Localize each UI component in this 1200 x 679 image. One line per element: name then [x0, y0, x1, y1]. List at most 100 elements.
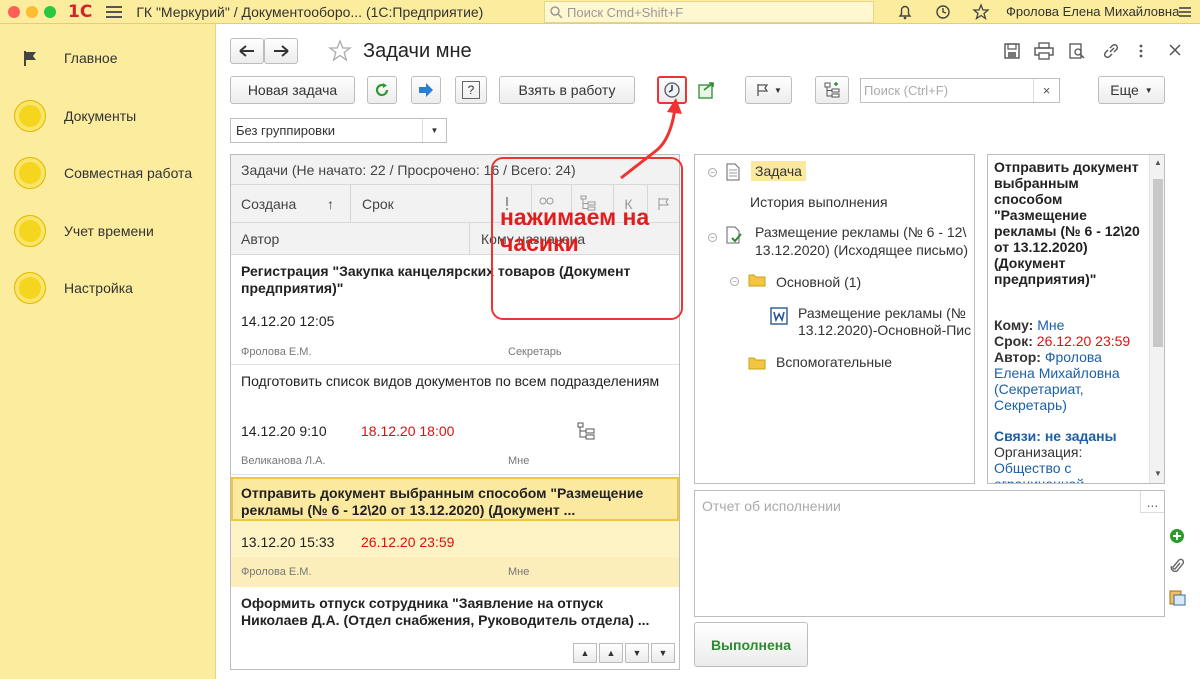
settings-menu-icon[interactable] — [1176, 3, 1194, 21]
details-deadline-label: Срок: — [994, 333, 1033, 349]
circle-icon — [14, 215, 46, 247]
details-to: Кому: Мне — [994, 317, 1144, 333]
new-task-button[interactable]: Новая задача — [230, 76, 355, 104]
details-to-label: Кому: — [994, 317, 1034, 333]
favorite-star-icon[interactable] — [328, 39, 352, 63]
more-vertical-icon[interactable] — [1137, 42, 1145, 60]
column-deadline[interactable]: Срок — [362, 196, 394, 212]
chevron-down-icon[interactable]: ▼ — [422, 119, 446, 142]
chevron-down-icon: ▼ — [1144, 85, 1153, 95]
link-icon[interactable] — [1102, 42, 1120, 60]
add-icon[interactable] — [1169, 528, 1185, 544]
chevron-down-icon: ▼ — [774, 85, 782, 95]
clear-search-button[interactable]: × — [1033, 79, 1059, 102]
column-author[interactable]: Автор — [241, 231, 279, 247]
circle-icon — [14, 100, 46, 132]
arrow-right-icon — [274, 45, 289, 57]
task-title: Оформить отпуск сотрудника "Заявление на… — [241, 595, 650, 628]
user-name[interactable]: Фролова Елена Михайловна — [1006, 4, 1179, 19]
details-scrollbar[interactable]: ▲ ▼ — [1149, 155, 1164, 483]
search-input[interactable]: Поиск (Ctrl+F) × — [860, 78, 1060, 103]
sidebar-item-label: Совместная работа — [64, 165, 193, 181]
details-author-label: Автор: — [994, 349, 1041, 365]
export-button[interactable] — [693, 76, 721, 104]
sidebar-item-label: Учет времени — [64, 223, 154, 239]
bell-icon[interactable] — [896, 3, 914, 21]
sidebar-item-time-tracking[interactable]: Учет времени — [0, 209, 216, 253]
global-search-input[interactable]: Поиск Cmd+Shift+F — [544, 1, 874, 23]
details-author: Автор: Фролова Елена Михайловна (Секрета… — [994, 349, 1144, 413]
tree-item-file[interactable]: Размещение рекламы (№ — [798, 305, 966, 321]
task-assignee: Мне — [508, 566, 530, 578]
details-deadline: Срок: 26.12.20 23:59 — [994, 333, 1144, 349]
history-icon[interactable] — [934, 3, 952, 21]
search-placeholder: Поиск (Ctrl+F) — [864, 83, 949, 98]
details-links[interactable]: Связи: не заданы — [994, 428, 1144, 444]
more-button[interactable]: Еще ▼ — [1098, 76, 1165, 104]
task-title: Отправить документ выбранным способом "Р… — [241, 485, 644, 518]
first-page-button[interactable]: ▲ — [573, 643, 597, 663]
task-row[interactable]: Подготовить список видов документов по в… — [231, 365, 679, 475]
tree-item-history[interactable]: История выполнения — [750, 194, 888, 210]
tree-item-folder-main[interactable]: Основной (1) — [776, 274, 861, 290]
hierarchy-icon — [824, 82, 840, 98]
more-button-label: Еще — [1110, 82, 1139, 98]
circle-icon — [14, 157, 46, 189]
paperclip-icon[interactable] — [1170, 558, 1184, 574]
prev-page-button[interactable]: ▲ — [599, 643, 623, 663]
back-button[interactable] — [230, 38, 264, 64]
zoom-window-icon[interactable] — [44, 5, 56, 18]
report-textarea[interactable]: Отчет об исполнении ... — [694, 490, 1165, 617]
paste-icon[interactable] — [1168, 588, 1186, 606]
print-icon[interactable] — [1034, 42, 1054, 60]
details-deadline-value: 26.12.20 23:59 — [1036, 333, 1131, 349]
menu-icon[interactable] — [106, 3, 123, 21]
circle-icon — [14, 272, 46, 304]
refresh-button[interactable] — [367, 76, 397, 104]
task-document-icon — [726, 163, 740, 181]
sidebar-item-main[interactable]: Главное — [0, 36, 216, 80]
arrow-right-blue-icon — [419, 83, 433, 97]
sidebar-item-settings[interactable]: Настройка — [0, 266, 216, 310]
hierarchy-button[interactable] — [815, 76, 849, 104]
report-more-button[interactable]: ... — [1140, 491, 1164, 513]
1c-logo: 1С — [68, 1, 93, 22]
column-created[interactable]: Создана — [241, 196, 296, 212]
forward-button[interactable] — [264, 38, 298, 64]
task-author: Фролова Е.М. — [241, 346, 312, 358]
details-title: Отправить документ выбранным способом "Р… — [994, 159, 1140, 287]
task-author: Фролова Е.М. — [241, 566, 312, 578]
help-button[interactable]: ? — [455, 76, 487, 104]
complete-task-button[interactable]: Выполнена — [694, 622, 808, 667]
next-page-button[interactable]: ▼ — [625, 643, 649, 663]
tree-item-folder-aux[interactable]: Вспомогательные — [776, 354, 892, 370]
close-window-icon[interactable] — [8, 5, 20, 18]
refresh-icon — [375, 83, 389, 97]
sidebar-item-label: Документы — [64, 108, 137, 124]
save-icon[interactable] — [1003, 42, 1021, 60]
task-created: 14.12.20 12:05 — [241, 313, 335, 329]
tree-item-task[interactable]: Задача — [751, 161, 806, 181]
last-page-button[interactable]: ▼ — [651, 643, 675, 663]
sort-asc-icon[interactable]: ↑ — [327, 196, 334, 212]
task-row-selected[interactable]: Отправить документ выбранным способом "Р… — [231, 477, 679, 587]
tree-item-document[interactable]: Размещение рекламы (№ 6 - 12\ — [755, 224, 966, 240]
hierarchy-icon — [577, 422, 595, 440]
minimize-window-icon[interactable] — [26, 5, 38, 18]
details-org-value[interactable]: Общество с ограниченной — [994, 460, 1144, 483]
details-to-value[interactable]: Мне — [1037, 317, 1064, 333]
details-org-label: Организация: — [994, 444, 1083, 460]
flag-dropdown-button[interactable]: ▼ — [745, 76, 792, 104]
sidebar-item-documents[interactable]: Документы — [0, 94, 216, 138]
close-icon[interactable] — [1168, 43, 1182, 57]
global-search-placeholder: Поиск Cmd+Shift+F — [567, 4, 684, 20]
sidebar-item-label: Настройка — [64, 280, 133, 296]
preview-icon[interactable] — [1068, 42, 1086, 60]
star-icon[interactable] — [972, 3, 990, 21]
sidebar-item-collaboration[interactable]: Совместная работа — [0, 151, 216, 195]
list-navigation: ▲ ▲ ▼ ▼ — [573, 643, 679, 665]
forward-task-button[interactable] — [411, 76, 441, 104]
search-icon — [550, 6, 563, 19]
grouping-select[interactable]: Без группировки ▼ — [230, 118, 447, 143]
outgoing-letter-icon — [726, 226, 742, 244]
